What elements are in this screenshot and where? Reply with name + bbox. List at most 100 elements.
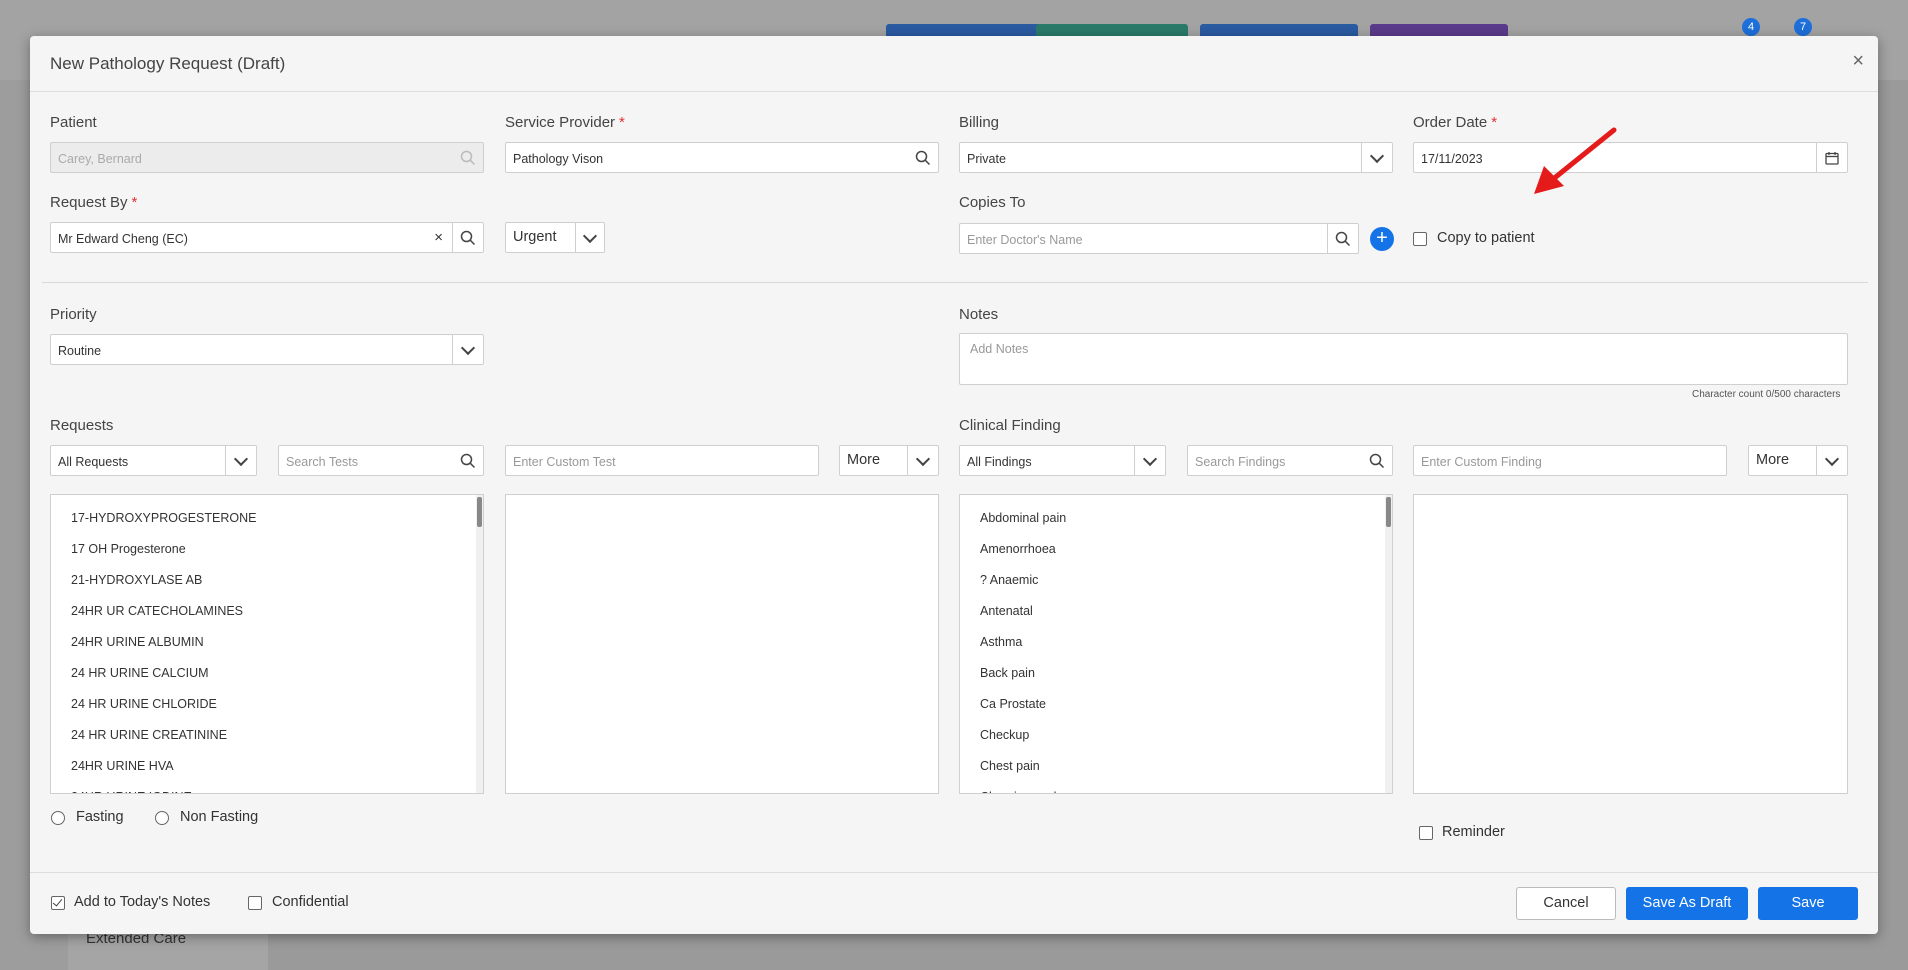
order-date-field[interactable]: 17/11/2023 [1413, 142, 1848, 173]
selected-findings-list[interactable] [1413, 494, 1848, 794]
chevron-down-icon[interactable] [1816, 446, 1847, 475]
findings-list[interactable]: Abdominal pain Amenorrhoea? Anaemic Antena… [959, 494, 1393, 794]
copy-to-patient-label: Copy to patient [1437, 230, 1535, 246]
list-item[interactable]: Amenorrhoea [960, 534, 1392, 565]
list-item[interactable]: 24HR UR CATECHOLAMINES [51, 596, 483, 627]
search-icon [453, 143, 483, 172]
list-item[interactable]: Back pain [960, 658, 1392, 689]
chevron-down-icon[interactable] [452, 335, 483, 364]
scrollbar[interactable] [1385, 495, 1392, 793]
requests-more-select[interactable]: More [839, 445, 939, 476]
findings-items: Abdominal pain Amenorrhoea? Anaemic Antena… [960, 495, 1392, 793]
clinical-finding-label: Clinical Finding [959, 417, 1061, 434]
requests-filter-select[interactable]: All Requests [50, 445, 257, 476]
scrollbar-thumb[interactable] [1386, 497, 1391, 527]
search-icon[interactable] [453, 446, 483, 475]
list-item[interactable]: Antenatal [960, 596, 1392, 627]
list-item[interactable]: Chronic cough [960, 782, 1392, 793]
billing-label: Billing [959, 114, 1000, 131]
message-badge: 7 [1794, 18, 1812, 36]
list-item[interactable]: Asthma [960, 627, 1392, 658]
requests-list[interactable]: 17-HYDROXYPROGESTERONE 17 OH Progesterone… [50, 494, 484, 794]
scrollbar-thumb[interactable] [477, 497, 482, 527]
search-tests-placeholder: Search Tests [286, 455, 359, 469]
add-doctor-button[interactable]: + [1370, 227, 1394, 251]
notes-textarea[interactable]: Add Notes [959, 333, 1848, 385]
chevron-down-icon[interactable] [1361, 143, 1392, 172]
findings-filter-select[interactable]: All Findings [959, 445, 1166, 476]
patient-label: Patient [50, 114, 97, 131]
urgency-value: Urgent [513, 229, 557, 245]
urgency-select[interactable]: Urgent [505, 222, 605, 253]
calendar-icon[interactable] [1816, 143, 1847, 172]
custom-test-placeholder: Enter Custom Test [513, 455, 616, 469]
search-icon[interactable] [908, 143, 938, 172]
non-fasting-radio[interactable] [155, 811, 169, 825]
scrollbar[interactable] [476, 495, 483, 793]
save-as-draft-button[interactable]: Save As Draft [1626, 887, 1748, 920]
modal-header: New Pathology Request (Draft) × [30, 36, 1878, 92]
requests-label: Requests [50, 417, 114, 434]
request-by-value: Mr Edward Cheng (EC) [58, 232, 188, 246]
cancel-button[interactable]: Cancel [1516, 887, 1616, 920]
order-date-value: 17/11/2023 [1421, 152, 1483, 166]
footer-divider [30, 872, 1878, 873]
notification-badge: 4 [1742, 18, 1760, 36]
chevron-down-icon[interactable] [225, 446, 256, 475]
required-marker: * [131, 194, 138, 211]
notes-char-count: Character count 0/500 characters [1692, 389, 1841, 400]
chevron-down-icon[interactable] [575, 223, 604, 252]
list-item[interactable]: 21-HYDROXYLASE AB [51, 565, 483, 596]
confidential-checkbox[interactable] [248, 896, 262, 910]
custom-finding-input[interactable]: Enter Custom Finding [1413, 445, 1727, 476]
chevron-down-icon[interactable] [1134, 446, 1165, 475]
list-item[interactable]: 17-HYDROXYPROGESTERONE [51, 503, 483, 534]
list-item[interactable]: Chest pain [960, 751, 1392, 782]
non-fasting-label: Non Fasting [180, 809, 259, 825]
reminder-checkbox[interactable] [1419, 826, 1433, 840]
list-item[interactable]: 24 HR URINE CHLORIDE [51, 689, 483, 720]
search-icon[interactable] [1327, 224, 1358, 253]
list-item[interactable]: 24HR URINE ALBUMIN [51, 627, 483, 658]
list-item[interactable]: 24HR URINE IODINE [51, 782, 483, 793]
billing-select[interactable]: Private [959, 142, 1393, 173]
list-item[interactable]: ? Anaemic [960, 565, 1392, 596]
copies-to-placeholder: Enter Doctor's Name [967, 233, 1083, 247]
list-item[interactable]: 24 HR URINE CREATININE [51, 720, 483, 751]
search-findings-input[interactable]: Search Findings [1187, 445, 1393, 476]
list-item[interactable]: Checkup [960, 720, 1392, 751]
custom-test-input[interactable]: Enter Custom Test [505, 445, 819, 476]
fasting-radio[interactable] [51, 811, 65, 825]
search-icon[interactable] [452, 223, 483, 252]
modal-title: New Pathology Request (Draft) [50, 54, 286, 73]
request-by-label-text: Request By [50, 194, 128, 211]
requests-more-label: More [847, 452, 881, 468]
save-button[interactable]: Save [1758, 887, 1858, 920]
required-marker: * [619, 114, 625, 131]
findings-filter-value: All Findings [967, 455, 1032, 469]
requests-items: 17-HYDROXYPROGESTERONE 17 OH Progesterone… [51, 495, 483, 793]
service-provider-field[interactable]: Pathology Vison [505, 142, 939, 173]
search-icon[interactable] [1362, 446, 1392, 475]
priority-select[interactable]: Routine [50, 334, 484, 365]
list-item[interactable]: Ca Prostate [960, 689, 1392, 720]
add-to-notes-checkbox[interactable] [51, 896, 65, 910]
list-item[interactable]: Abdominal pain [960, 503, 1392, 534]
findings-more-select[interactable]: More [1748, 445, 1848, 476]
request-by-field[interactable]: Mr Edward Cheng (EC) × [50, 222, 484, 253]
priority-value: Routine [58, 344, 102, 358]
list-item[interactable]: 24 HR URINE CALCIUM [51, 658, 483, 689]
chevron-down-icon[interactable] [907, 446, 938, 475]
copy-to-patient-checkbox[interactable] [1413, 232, 1427, 246]
clear-icon[interactable]: × [434, 229, 443, 246]
search-tests-input[interactable]: Search Tests [278, 445, 484, 476]
close-icon[interactable]: × [1852, 50, 1864, 73]
fasting-label: Fasting [76, 809, 124, 825]
patient-field: Carey, Bernard [50, 142, 484, 173]
selected-requests-list[interactable] [505, 494, 939, 794]
add-to-notes-label: Add to Today's Notes [74, 894, 211, 910]
list-item[interactable]: 24HR URINE HVA [51, 751, 483, 782]
copies-to-input[interactable]: Enter Doctor's Name [959, 223, 1359, 254]
reminder-label: Reminder [1442, 824, 1505, 840]
list-item[interactable]: 17 OH Progesterone [51, 534, 483, 565]
